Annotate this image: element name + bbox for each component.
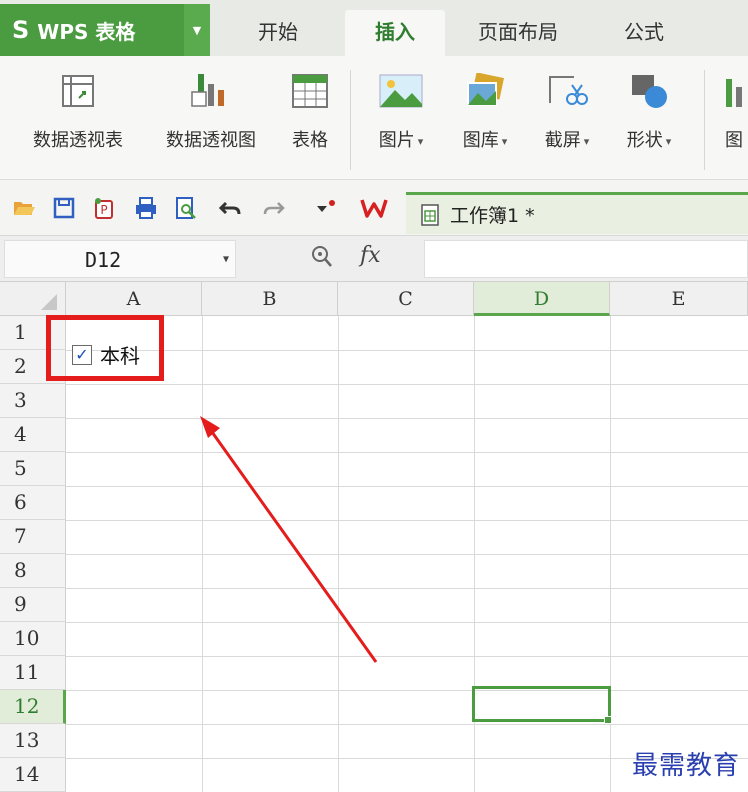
shape-label: 形状: [626, 130, 663, 151]
gallery-icon: [464, 72, 506, 110]
document-tab[interactable]: 工作簿1 *: [406, 192, 748, 234]
ribbon-separator: [704, 70, 705, 170]
tab-page-layout[interactable]: 页面布局: [478, 16, 558, 45]
screenshot-button[interactable]: 截屏 ▾: [534, 56, 600, 152]
wps-logo-icon: S: [12, 16, 30, 44]
pivot-chart-button[interactable]: 数据透视图: [152, 56, 270, 152]
formula-bar: D12 ▼ fx: [0, 236, 748, 282]
customize-icon[interactable]: [314, 196, 338, 220]
gallery-button[interactable]: 图库 ▾: [452, 56, 518, 152]
app-name: WPS 表格: [37, 19, 136, 44]
spreadsheet-doc-icon: [421, 203, 439, 226]
chevron-down-icon: ▾: [583, 134, 590, 148]
formula-input[interactable]: [424, 240, 748, 278]
wps-logo-icon[interactable]: [360, 196, 388, 220]
picture-button[interactable]: 图片 ▾: [368, 56, 434, 152]
chart-button[interactable]: 图: [720, 56, 748, 152]
screenshot-icon: [546, 72, 588, 110]
spreadsheet-grid[interactable]: A B C D E 1 2 3 4 5 6 7 8 9 10 11 12 13 …: [0, 282, 748, 792]
gallery-label: 图库: [462, 130, 499, 151]
shape-button[interactable]: 形状 ▾: [616, 56, 682, 152]
open-folder-icon[interactable]: [12, 196, 36, 220]
print-preview-icon[interactable]: [174, 196, 198, 220]
undo-icon[interactable]: [218, 196, 242, 220]
svg-text:P: P: [100, 203, 107, 217]
export-icon[interactable]: P: [92, 196, 116, 220]
picture-label: 图片: [378, 130, 415, 151]
table-icon: [291, 72, 329, 110]
chevron-down-icon: ▾: [665, 134, 672, 148]
pivot-table-icon: [59, 72, 97, 110]
title-bar: S WPS 表格 ▼ 开始 插入 页面布局 公式: [0, 0, 748, 56]
quick-access-toolbar: P 工作簿1 *: [0, 180, 748, 236]
chart-label: 图: [725, 130, 743, 151]
ribbon-insert: 数据透视表 数据透视图 表格 图片 ▾ 图库 ▾ 截屏 ▾ 形状 ▾ 图: [0, 56, 748, 180]
tab-formulas[interactable]: 公式: [624, 16, 664, 45]
table-button[interactable]: 表格: [284, 56, 336, 152]
table-label: 表格: [292, 130, 328, 151]
redo-icon[interactable]: [262, 196, 286, 220]
tab-insert[interactable]: 插入: [345, 10, 445, 56]
app-dropdown-icon[interactable]: ▼: [184, 4, 210, 56]
pivot-table-button[interactable]: 数据透视表: [20, 56, 136, 152]
fx-icon[interactable]: fx: [360, 243, 381, 268]
chevron-down-icon[interactable]: ▼: [223, 254, 229, 265]
picture-icon: [379, 72, 423, 110]
name-box[interactable]: D12 ▼: [4, 240, 236, 278]
chevron-down-icon: ▾: [417, 134, 424, 148]
cell-reference: D12: [85, 248, 122, 272]
pivot-table-label: 数据透视表: [33, 130, 123, 151]
watermark: 最需教育: [631, 751, 740, 781]
pivot-chart-icon: [190, 72, 232, 110]
search-icon[interactable]: [310, 244, 334, 270]
app-menu-button[interactable]: S WPS 表格 ▼: [0, 4, 210, 56]
chart-icon: [720, 72, 748, 110]
pivot-chart-label: 数据透视图: [166, 130, 256, 151]
shape-icon: [628, 72, 670, 110]
tab-home[interactable]: 开始: [258, 16, 298, 45]
document-title: 工作簿1 *: [450, 205, 535, 227]
chevron-down-icon: ▾: [501, 134, 508, 148]
annotation-arrow-icon: [200, 416, 378, 663]
print-icon[interactable]: [134, 196, 158, 220]
save-icon[interactable]: [52, 196, 76, 220]
ribbon-separator: [350, 70, 351, 170]
screenshot-label: 截屏: [544, 130, 581, 151]
